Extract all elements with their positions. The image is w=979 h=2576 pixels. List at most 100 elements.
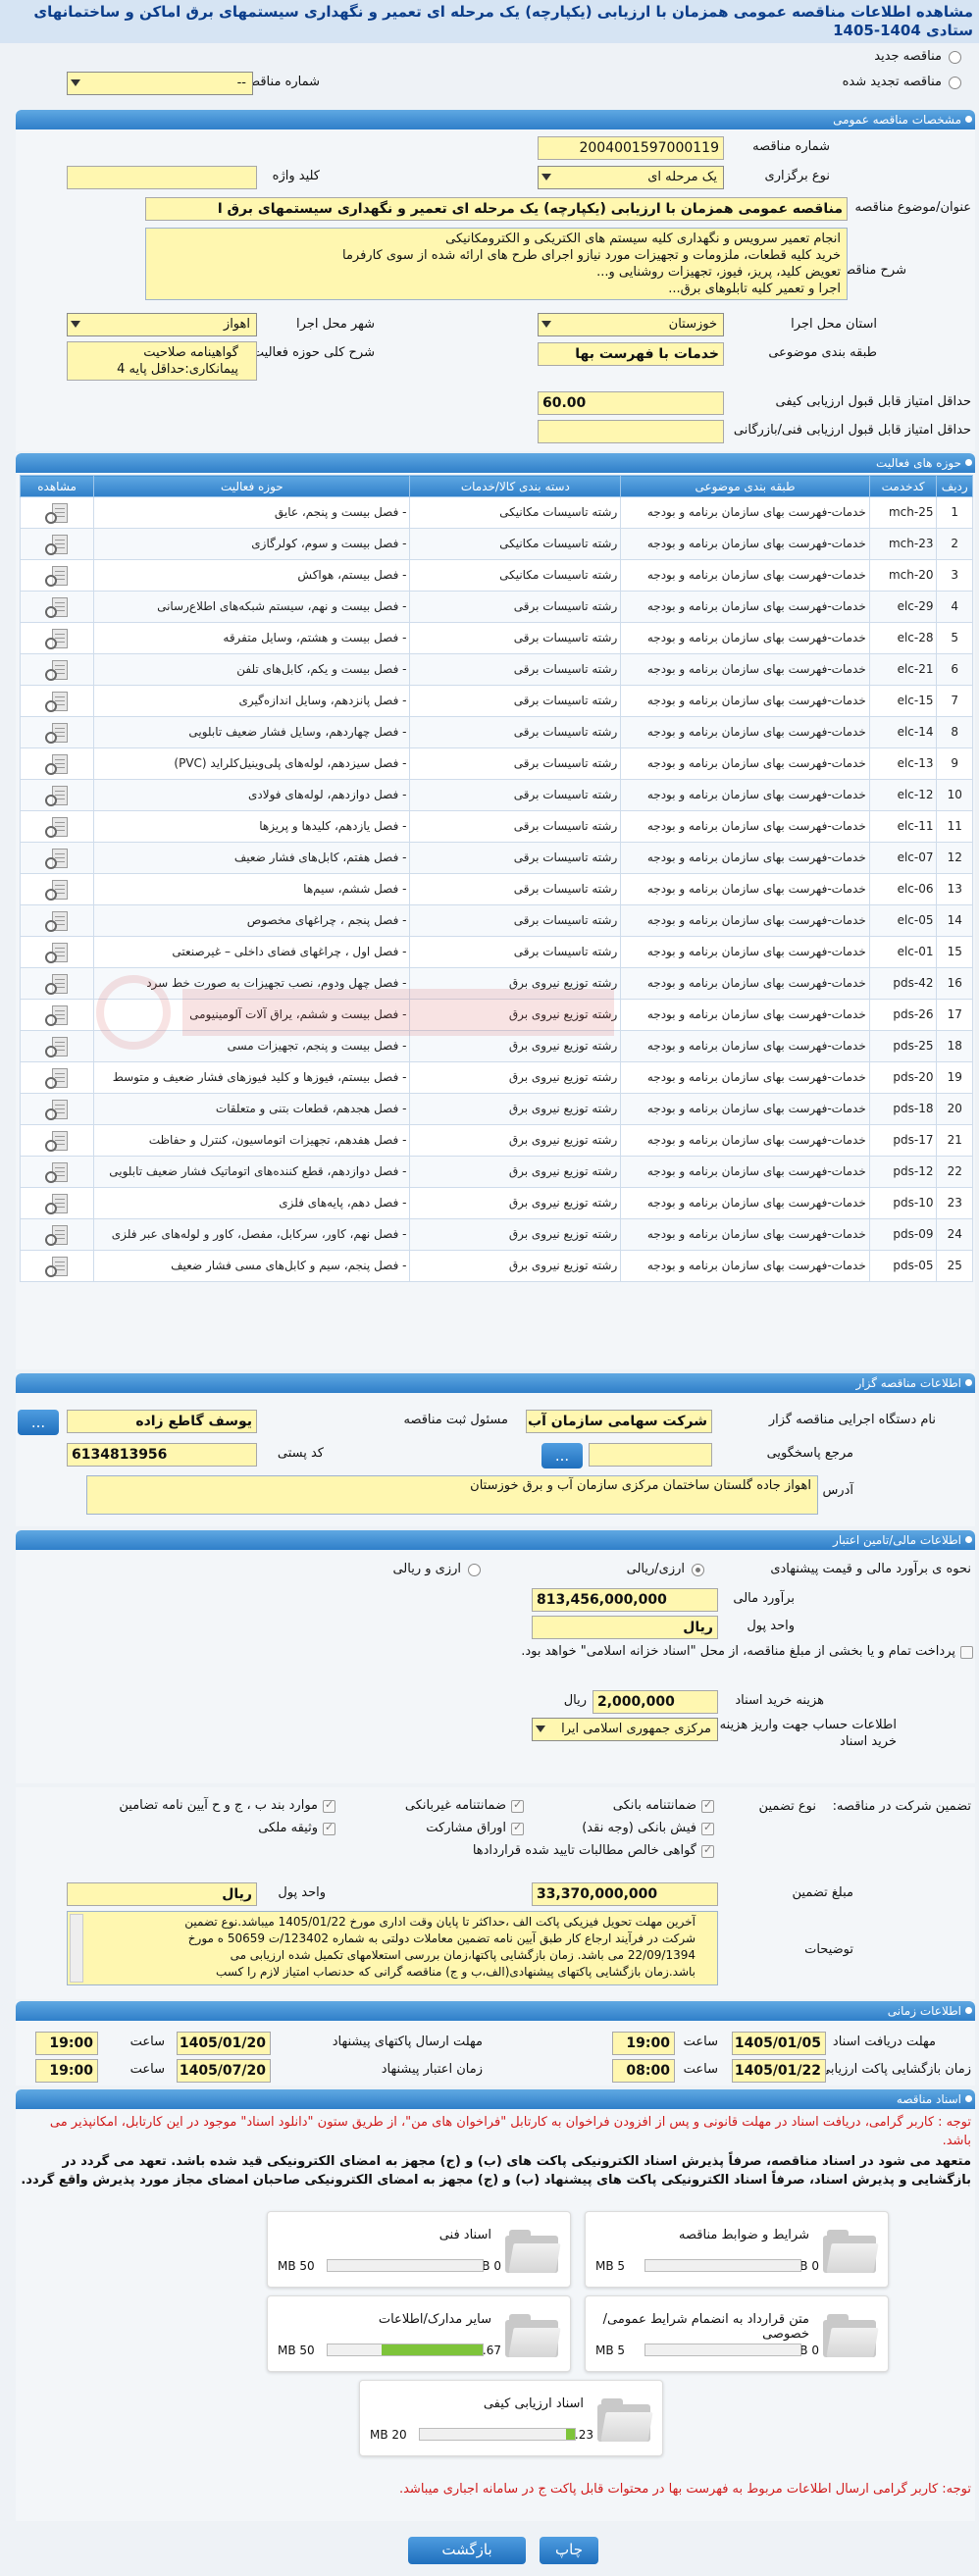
view-cell[interactable] — [19, 873, 95, 905]
keyword-field[interactable] — [67, 166, 257, 189]
scope-cell: - فصل بیستم، فیوزها و کلید فیوزهای فشار … — [93, 1061, 411, 1094]
row-number: 17 — [936, 999, 973, 1031]
view-cell[interactable] — [19, 842, 95, 874]
view-document-icon[interactable] — [44, 973, 70, 995]
view-cell[interactable] — [19, 591, 95, 623]
category-cell: خدمات-فهرست بهای سازمان برنامه و بودجه — [620, 904, 870, 937]
renewed-tender-radio[interactable] — [949, 77, 961, 89]
view-cell[interactable] — [19, 1218, 95, 1251]
file-box-other[interactable]: سایر مدارک/اطلاعات 32.67 MB 50 MB — [267, 2295, 571, 2372]
view-document-icon[interactable] — [44, 1256, 70, 1277]
finance-header: اطلاعات مالی/تامین اعتبار — [16, 1530, 975, 1550]
view-document-icon[interactable] — [44, 848, 70, 869]
prev-number-select[interactable]: -- — [67, 72, 253, 95]
view-cell[interactable] — [19, 967, 95, 1000]
scope-cell: - فصل بیست و پنجم، عایق — [93, 496, 411, 529]
view-cell[interactable] — [19, 685, 95, 717]
file-box-technical[interactable]: اسناد فنی 0 MB 50 MB — [267, 2211, 571, 2288]
notes-scrollbar[interactable] — [70, 1914, 83, 1983]
view-document-icon[interactable] — [44, 942, 70, 963]
view-document-icon[interactable] — [44, 691, 70, 712]
view-cell[interactable] — [19, 496, 95, 529]
bonds-checkbox — [511, 1821, 524, 1835]
view-document-icon[interactable] — [44, 1193, 70, 1214]
view-cell[interactable] — [19, 1093, 95, 1125]
view-cell[interactable] — [19, 622, 95, 654]
view-cell[interactable] — [19, 810, 95, 843]
ref-field[interactable] — [589, 1443, 712, 1467]
view-cell[interactable] — [19, 1187, 95, 1219]
back-button[interactable]: بازگشت — [408, 2537, 526, 2564]
file-box-terms[interactable]: شرایط و ضوابط مناقصه 0 MB 5 MB — [585, 2211, 889, 2288]
category-cell: خدمات-فهرست بهای سازمان برنامه و بودجه — [620, 653, 870, 686]
print-button[interactable]: چاپ — [540, 2537, 598, 2564]
view-document-icon[interactable] — [44, 1036, 70, 1057]
view-cell[interactable] — [19, 779, 95, 811]
view-cell[interactable] — [19, 1030, 95, 1062]
view-document-icon[interactable] — [44, 502, 70, 524]
notes-line: آخرین مهلت تحویل فیزیکی پاکت الف ،حداکثر… — [184, 1915, 696, 1929]
file-box-quality[interactable]: اسناد ارزیابی کیفی 1.23 MB 20 MB — [359, 2380, 663, 2456]
province-select[interactable]: خوزستان — [538, 313, 724, 336]
view-document-icon[interactable] — [44, 753, 70, 775]
view-cell[interactable] — [19, 653, 95, 686]
view-cell[interactable] — [19, 747, 95, 780]
finance-header-title: اطلاعات مالی/تامین اعتبار — [833, 1533, 961, 1547]
activity-section: حوزه های فعالیت ردیف کدخدمت طبقه بندی مو… — [16, 453, 975, 1369]
view-document-icon[interactable] — [44, 1005, 70, 1026]
city-select[interactable]: اهواز — [67, 313, 257, 336]
resp-more-button[interactable]: ... — [18, 1410, 59, 1435]
bank-guarantee-checkbox — [701, 1798, 714, 1813]
table-row: 13 elc-06 خدمات-فهرست بهای سازمان برنامه و… — [19, 873, 973, 905]
view-document-icon[interactable] — [44, 534, 70, 555]
view-cell[interactable] — [19, 904, 95, 937]
row-number: 23 — [936, 1187, 973, 1219]
view-document-icon[interactable] — [44, 1099, 70, 1120]
new-tender-label: مناقصه جدید — [874, 49, 942, 64]
view-document-icon[interactable] — [44, 816, 70, 838]
view-document-icon[interactable] — [44, 785, 70, 806]
view-document-icon[interactable] — [44, 722, 70, 744]
view-document-icon[interactable] — [44, 628, 70, 649]
view-document-icon[interactable] — [44, 565, 70, 587]
method-radio-2[interactable] — [468, 1564, 481, 1576]
view-document-icon[interactable] — [44, 1067, 70, 1089]
new-tender-radio[interactable] — [949, 51, 961, 64]
file-box-contract[interactable]: متن قرارداد به انضمام شرایط عمومی/خصوصی … — [585, 2295, 889, 2372]
acct-select[interactable]: مرکزی جمهوری اسلامی ایرا — [532, 1718, 718, 1741]
method-radio-1[interactable] — [692, 1564, 704, 1576]
renewed-tender-label: مناقصه تجدید شده — [842, 75, 942, 89]
view-document-icon[interactable] — [44, 879, 70, 901]
province-label: استان محل اجرا — [791, 317, 877, 332]
view-document-icon[interactable] — [44, 659, 70, 681]
view-document-icon[interactable] — [44, 1130, 70, 1152]
ref-more-button[interactable]: ... — [541, 1443, 583, 1468]
view-cell[interactable] — [19, 559, 95, 592]
view-cell[interactable] — [19, 936, 95, 968]
view-document-icon[interactable] — [44, 910, 70, 932]
category-cell: خدمات-فهرست بهای سازمان برنامه و بودجه — [620, 528, 870, 560]
view-document-icon[interactable] — [44, 596, 70, 618]
view-cell[interactable] — [19, 999, 95, 1031]
scope-cell: - فصل اول ، چراغهای فضای داخلی – غیرصنعت… — [93, 936, 411, 968]
view-document-icon[interactable] — [44, 1161, 70, 1183]
group-cell: رشته تاسیسات برقی — [409, 716, 622, 748]
category-cell: خدمات-فهرست بهای سازمان برنامه و بودجه — [620, 1187, 870, 1219]
group-cell: رشته تاسیسات برقی — [409, 747, 622, 780]
row-number: 10 — [936, 779, 973, 811]
group-cell: رشته توزیع نیروی برق — [409, 1218, 622, 1251]
clauses-checkbox — [323, 1798, 335, 1813]
view-cell[interactable] — [19, 1250, 95, 1282]
type-select[interactable]: یک مرحله ای — [538, 166, 724, 189]
scope-cell: - فصل بیست و هشتم، وسایل متفرقه — [93, 622, 411, 654]
group-cell: رشته توزیع نیروی برق — [409, 1187, 622, 1219]
view-cell[interactable] — [19, 528, 95, 560]
view-cell[interactable] — [19, 1061, 95, 1094]
open-time: 08:00 — [612, 2059, 675, 2083]
view-cell[interactable] — [19, 1156, 95, 1188]
group-cell: رشته تاسیسات برقی — [409, 904, 622, 937]
view-document-icon[interactable] — [44, 1224, 70, 1246]
view-cell[interactable] — [19, 1124, 95, 1157]
view-cell[interactable] — [19, 716, 95, 748]
file-title: متن قرارداد به انضمام شرایط عمومی/خصوصی — [602, 2312, 809, 2342]
